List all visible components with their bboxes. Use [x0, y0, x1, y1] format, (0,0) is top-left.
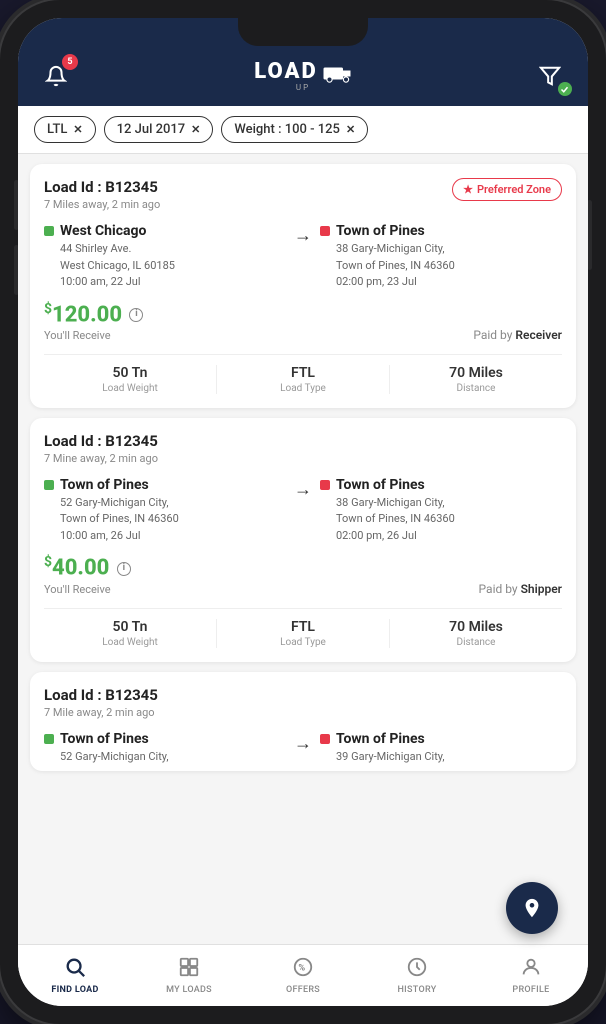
- phone-screen: 5 LOAD UP: [18, 18, 588, 1006]
- paid-by-1: Paid by Receiver: [473, 328, 562, 342]
- bottom-nav: FIND LOAD MY LOADS %: [18, 944, 588, 1006]
- nav-profile-label: PROFILE: [512, 985, 549, 995]
- nav-offers[interactable]: % OFFERS: [246, 945, 360, 1006]
- price-label-2: You'll Receive: [44, 583, 131, 596]
- dest-addr-2: 38 Gary-Michigan City,Town of Pines, IN …: [320, 495, 562, 545]
- filter-weight[interactable]: Weight : 100 - 125 ✕: [221, 116, 368, 143]
- dest-2: Town of Pines 38 Gary-Michigan City,Town…: [320, 477, 562, 545]
- nav-find-load[interactable]: FIND LOAD: [18, 945, 132, 1006]
- load-id-3: Load Id : B12345: [44, 686, 158, 704]
- stat-weight-1: 50 Tn Load Weight: [44, 365, 217, 394]
- origin-addr-3: 52 Gary-Michigan City,: [44, 749, 286, 766]
- nav-profile[interactable]: PROFILE: [474, 945, 588, 1006]
- route-arrow-2: →: [294, 477, 312, 500]
- phone-frame: 5 LOAD UP: [0, 0, 606, 1024]
- remove-date-filter[interactable]: ✕: [191, 123, 200, 136]
- map-fab[interactable]: [506, 882, 558, 934]
- nav-my-loads[interactable]: MY LOADS: [132, 945, 246, 1006]
- dest-3: Town of Pines 39 Gary-Michigan City,: [320, 731, 562, 766]
- dest-addr-1: 38 Gary-Michigan City,Town of Pines, IN …: [320, 241, 562, 291]
- origin-addr-2: 52 Gary-Michigan City,Town of Pines, IN …: [44, 495, 286, 545]
- remove-ltl-filter[interactable]: ✕: [73, 123, 82, 136]
- dest-1: Town of Pines 38 Gary-Michigan City,Town…: [320, 223, 562, 291]
- load-id-1: Load Id : B12345: [44, 178, 160, 196]
- origin-2: Town of Pines 52 Gary-Michigan City,Town…: [44, 477, 286, 545]
- filter-button[interactable]: [532, 58, 568, 94]
- origin-1: West Chicago 44 Shirley Ave.West Chicago…: [44, 223, 286, 291]
- stats-row-2: 50 Tn Load Weight FTL Load Type 70 Miles…: [44, 608, 562, 648]
- load-card-1[interactable]: Load Id : B12345 7 Miles away, 2 min ago…: [30, 164, 576, 408]
- myloads-icon: [178, 956, 200, 983]
- nav-offers-label: OFFERS: [286, 985, 320, 995]
- filter-date[interactable]: 12 Jul 2017 ✕: [104, 116, 214, 143]
- stats-row-1: 50 Tn Load Weight FTL Load Type 70 Miles…: [44, 354, 562, 394]
- load-list: Load Id : B12345 7 Miles away, 2 min ago…: [18, 154, 588, 1006]
- stat-type-2: FTL Load Type: [217, 619, 390, 648]
- origin-dot-3: [44, 734, 54, 744]
- stat-distance-1: 70 Miles Distance: [390, 365, 562, 394]
- offers-icon: %: [292, 956, 314, 983]
- notch: [238, 18, 368, 46]
- route-arrow-1: →: [294, 223, 312, 246]
- stat-weight-2: 50 Tn Load Weight: [44, 619, 217, 648]
- load-meta-1: 7 Miles away, 2 min ago: [44, 198, 160, 211]
- price-info-icon-1[interactable]: i: [129, 308, 143, 322]
- origin-3: Town of Pines 52 Gary-Michigan City,: [44, 731, 286, 766]
- nav-history-label: HISTORY: [398, 985, 437, 995]
- logo-text: LOAD: [254, 61, 317, 83]
- nav-find-load-label: FIND LOAD: [51, 985, 98, 995]
- dest-addr-3: 39 Gary-Michigan City,: [320, 749, 562, 766]
- price-1: $120.00 i: [44, 301, 143, 327]
- load-meta-3: 7 Mile away, 2 min ago: [44, 706, 158, 719]
- search-icon: [64, 956, 86, 983]
- price-info-icon-2[interactable]: i: [117, 562, 131, 576]
- app-logo: LOAD UP: [254, 61, 351, 92]
- dest-dot-1: [320, 226, 330, 236]
- stat-distance-2: 70 Miles Distance: [390, 619, 562, 648]
- load-meta-2: 7 Mine away, 2 min ago: [44, 452, 158, 465]
- notification-button[interactable]: 5: [38, 58, 74, 94]
- nav-my-loads-label: MY LOADS: [166, 985, 212, 995]
- logo-sub: UP: [296, 83, 310, 92]
- star-icon: ★: [463, 183, 473, 196]
- filter-bar: LTL ✕ 12 Jul 2017 ✕ Weight : 100 - 125 ✕: [18, 106, 588, 154]
- load-id-2: Load Id : B12345: [44, 432, 158, 450]
- origin-dot-1: [44, 226, 54, 236]
- filter-ltl[interactable]: LTL ✕: [34, 116, 96, 143]
- nav-history[interactable]: HISTORY: [360, 945, 474, 1006]
- dest-dot-2: [320, 480, 330, 490]
- remove-weight-filter[interactable]: ✕: [346, 123, 355, 136]
- svg-text:%: %: [298, 964, 305, 974]
- profile-icon: [520, 956, 542, 983]
- route-arrow-3: →: [294, 731, 312, 754]
- preferred-badge-1: ★ Preferred Zone: [452, 178, 562, 201]
- paid-by-2: Paid by Shipper: [479, 582, 562, 596]
- price-label-1: You'll Receive: [44, 329, 143, 342]
- load-card-2[interactable]: Load Id : B12345 7 Mine away, 2 min ago …: [30, 418, 576, 662]
- notification-badge: 5: [62, 54, 78, 70]
- stat-type-1: FTL Load Type: [217, 365, 390, 394]
- origin-dot-2: [44, 480, 54, 490]
- price-2: $40.00 i: [44, 554, 131, 580]
- load-card-3[interactable]: Load Id : B12345 7 Mile away, 2 min ago …: [30, 672, 576, 772]
- dest-dot-3: [320, 734, 330, 744]
- origin-addr-1: 44 Shirley Ave.West Chicago, IL 6018510:…: [44, 241, 286, 291]
- history-icon: [406, 956, 428, 983]
